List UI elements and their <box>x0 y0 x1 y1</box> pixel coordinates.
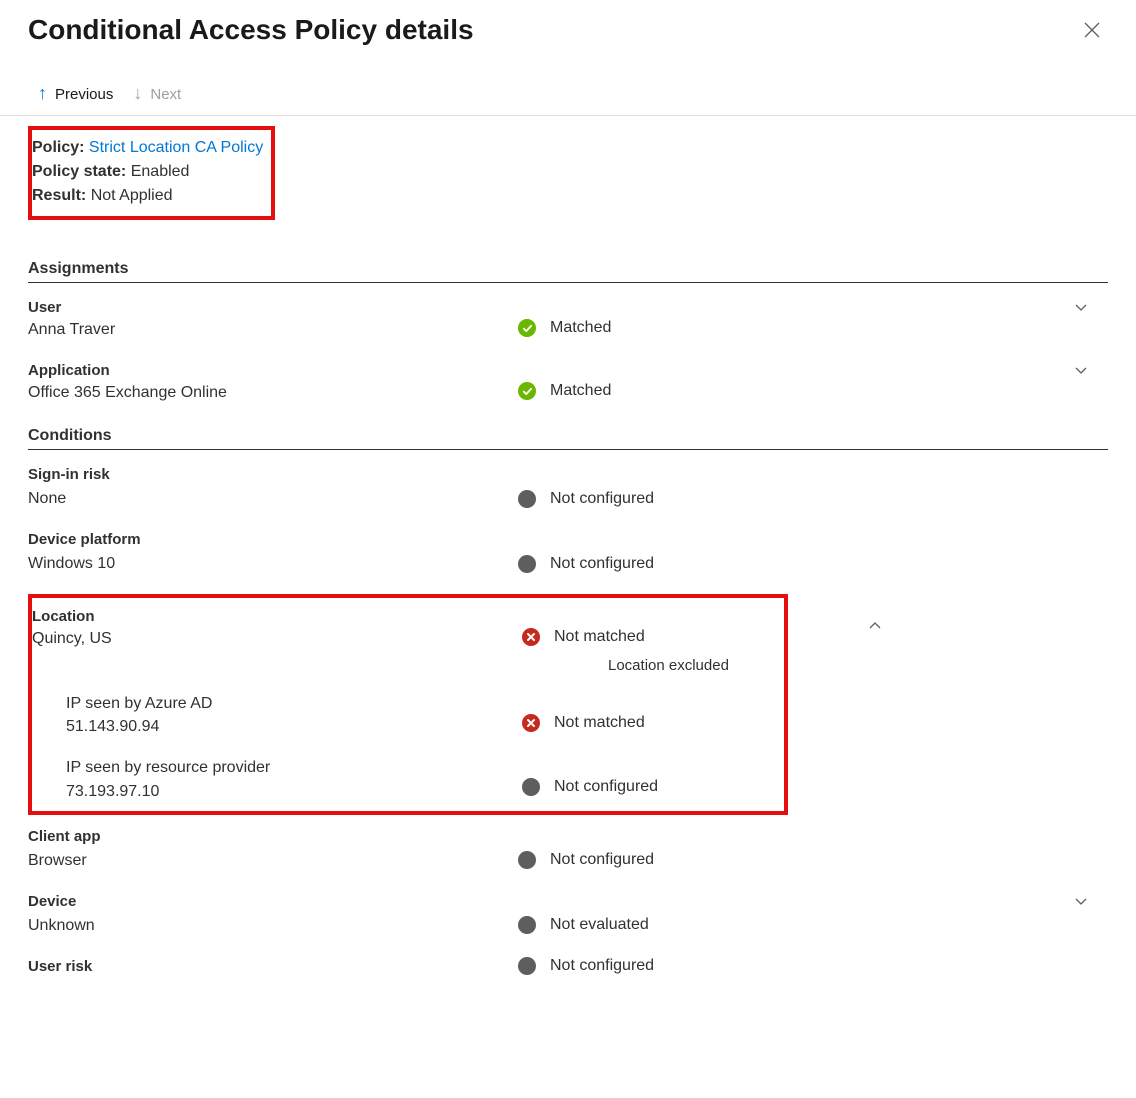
user-value: Anna Traver <box>28 318 518 342</box>
expand-user-chevron[interactable] <box>1074 301 1088 318</box>
device-platform-status: Not configured <box>550 555 654 573</box>
expand-device-chevron[interactable] <box>1074 895 1088 912</box>
arrow-down-icon: ↓ <box>133 83 142 104</box>
ip-azure-status: Not matched <box>554 714 645 732</box>
device-label: Device <box>28 891 518 912</box>
arrow-up-icon: ↑ <box>38 83 47 104</box>
client-app-label: Client app <box>28 826 518 847</box>
application-status: Matched <box>550 382 611 400</box>
policy-summary-box: Policy: Strict Location CA Policy Policy… <box>28 126 275 220</box>
chevron-down-icon <box>1074 364 1088 378</box>
collapse-location-chevron[interactable] <box>868 619 1108 636</box>
device-platform-label: Device platform <box>28 529 518 550</box>
application-value: Office 365 Exchange Online <box>28 381 518 405</box>
device-item: Device Unknown Not evaluated <box>28 891 1108 938</box>
user-risk-item: User risk Not configured <box>28 956 1108 977</box>
client-app-status: Not configured <box>550 851 654 869</box>
close-button[interactable] <box>1076 14 1108 46</box>
signin-risk-value: None <box>28 487 518 511</box>
device-platform-item: Device platform Windows 10 Not configure… <box>28 529 1108 576</box>
user-risk-label: User risk <box>28 956 518 977</box>
user-status: Matched <box>550 319 611 337</box>
x-icon <box>522 628 540 646</box>
chevron-down-icon <box>1074 895 1088 909</box>
user-label: User <box>28 297 518 318</box>
signin-risk-status: Not configured <box>550 490 654 508</box>
result-label: Result: <box>32 187 86 204</box>
location-label: Location <box>32 606 522 627</box>
signin-risk-label: Sign-in risk <box>28 464 518 485</box>
client-app-item: Client app Browser Not configured <box>28 826 1108 873</box>
client-app-value: Browser <box>28 849 518 873</box>
assignments-title: Assignments <box>28 260 1108 283</box>
device-status: Not evaluated <box>550 916 649 934</box>
dot-icon <box>518 490 536 508</box>
chevron-down-icon <box>1074 301 1088 315</box>
ip-resource-label: IP seen by resource provider <box>66 756 522 779</box>
policy-state-label: Policy state: <box>32 163 126 180</box>
result-value: Not Applied <box>91 187 173 204</box>
device-platform-value: Windows 10 <box>28 552 518 576</box>
assignments-section: Assignments User Anna Traver Matched <box>28 260 1108 405</box>
checkmark-icon <box>518 382 536 400</box>
user-item: User Anna Traver Matched <box>28 297 1108 342</box>
ip-azure-value: 51.143.90.94 <box>66 715 522 738</box>
expand-application-chevron[interactable] <box>1074 364 1088 381</box>
ip-resource-value: 73.193.97.10 <box>66 780 522 803</box>
dot-icon <box>518 916 536 934</box>
page-title: Conditional Access Policy details <box>28 14 474 46</box>
next-button[interactable]: ↓ Next <box>133 84 181 105</box>
dot-icon <box>518 851 536 869</box>
ip-azure-label: IP seen by Azure AD <box>66 692 522 715</box>
ip-resource-status: Not configured <box>554 778 658 796</box>
location-item: Location Quincy, US Not matched Location… <box>32 606 780 803</box>
location-value: Quincy, US <box>32 627 522 651</box>
chevron-up-icon <box>868 619 882 633</box>
application-item: Application Office 365 Exchange Online M… <box>28 360 1108 405</box>
next-label: Next <box>150 86 181 103</box>
previous-button[interactable]: ↑ Previous <box>38 84 113 105</box>
location-note: Location excluded <box>608 657 780 674</box>
dot-icon <box>522 778 540 796</box>
policy-state-value: Enabled <box>131 163 190 180</box>
location-status: Not matched <box>554 628 645 646</box>
application-label: Application <box>28 360 518 381</box>
signin-risk-item: Sign-in risk None Not configured <box>28 464 1108 511</box>
device-value: Unknown <box>28 914 518 938</box>
conditions-section: Conditions Sign-in risk None Not configu… <box>28 427 1108 977</box>
close-icon <box>1084 22 1100 38</box>
x-icon <box>522 714 540 732</box>
policy-name-link[interactable]: Strict Location CA Policy <box>89 139 263 156</box>
user-risk-status: Not configured <box>550 957 654 975</box>
location-highlight-box: Location Quincy, US Not matched Location… <box>28 594 788 815</box>
checkmark-icon <box>518 319 536 337</box>
policy-label: Policy: <box>32 139 84 156</box>
previous-label: Previous <box>55 86 113 103</box>
dot-icon <box>518 957 536 975</box>
dot-icon <box>518 555 536 573</box>
conditions-title: Conditions <box>28 427 1108 450</box>
